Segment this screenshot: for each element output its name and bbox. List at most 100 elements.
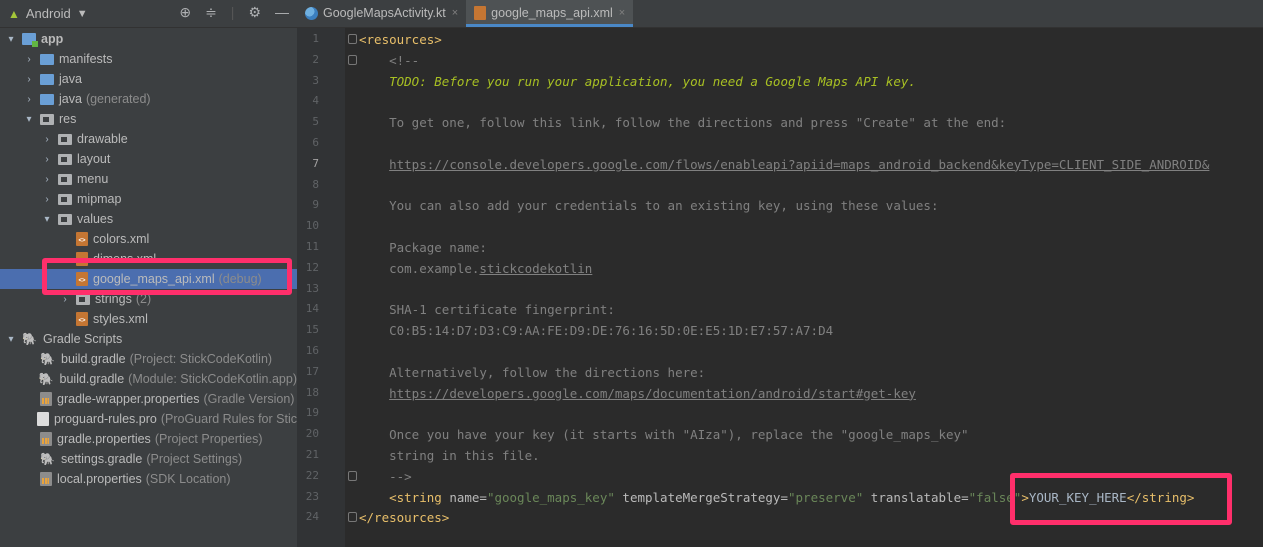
chevron-down-icon[interactable]: ▾ <box>40 214 54 225</box>
tree-item[interactable]: › strings (2) <box>0 289 297 309</box>
hide-icon[interactable]: — <box>275 4 289 21</box>
code-token: > <box>1021 489 1029 505</box>
tree-item[interactable]: › mipmap <box>0 189 297 209</box>
tree-item[interactable]: ▾ 🐘 Gradle Scripts <box>0 329 297 349</box>
fold-marker-icon[interactable] <box>348 512 357 523</box>
tree-item[interactable]: gradle.properties (Project Properties) <box>0 429 297 449</box>
tree-item[interactable]: › drawable <box>0 129 297 149</box>
chevron-right-icon[interactable]: › <box>40 134 54 145</box>
code-token: string in this file. <box>359 448 540 463</box>
fold-marker-icon[interactable] <box>348 54 357 65</box>
line-number: 22 <box>305 468 319 482</box>
editor-tab[interactable]: google_maps_api.xml × <box>466 0 634 27</box>
tree-item-label: drawable <box>77 132 128 146</box>
chevron-right-icon[interactable]: › <box>22 54 36 65</box>
tree-item-detail: (ProGuard Rules for Stic <box>160 412 297 426</box>
line-number: 8 <box>312 177 319 191</box>
xml-file-icon: <> <box>76 272 88 286</box>
tree-item[interactable]: <> styles.xml <box>0 309 297 329</box>
tree-item[interactable]: gradle-wrapper.properties (Gradle Version… <box>0 389 297 409</box>
chevron-right-icon[interactable]: › <box>40 174 54 185</box>
line-number: 11 <box>305 240 319 253</box>
folder-icon <box>76 293 90 305</box>
fold-marker-icon[interactable] <box>348 34 357 44</box>
code-token: SHA-1 certificate fingerprint: <box>359 302 615 318</box>
chevron-right-icon[interactable]: › <box>58 294 72 305</box>
chevron-right-icon[interactable]: › <box>22 94 36 105</box>
chevron-down-icon[interactable]: ▼ <box>77 8 88 20</box>
folder-icon <box>58 173 72 185</box>
resource-folder-icon <box>40 113 54 125</box>
chevron-right-icon[interactable]: › <box>40 154 54 165</box>
line-number: 18 <box>305 385 319 399</box>
line-number: 4 <box>312 94 319 108</box>
tree-item-detail: (Gradle Version) <box>203 392 295 406</box>
tree-item[interactable]: ▾ app <box>0 29 297 49</box>
tree-item-label: manifests <box>59 52 113 66</box>
folder-icon <box>58 193 72 205</box>
tree-item[interactable]: › manifests <box>0 49 297 69</box>
tree-item[interactable]: proguard-rules.pro (ProGuard Rules for St… <box>0 409 297 429</box>
properties-file-icon <box>40 472 52 486</box>
code-token: "google_maps_key" <box>486 489 623 505</box>
code-token[interactable]: https://developers.google.com/maps/docum… <box>389 386 916 401</box>
gradle-icon: 🐘 <box>38 371 54 386</box>
line-number: 12 <box>305 260 319 274</box>
tab-bar: GoogleMapsActivity.kt × google_maps_api.xm… <box>297 0 1263 28</box>
tree-item[interactable]: › layout <box>0 149 297 169</box>
tree-item-label: settings.gradle <box>61 452 143 466</box>
code-token: TODO: Before you run your application, y… <box>389 73 916 89</box>
chevron-right-icon[interactable]: › <box>22 74 36 85</box>
tree-item[interactable]: <> google_maps_api.xml (debug) <box>0 269 297 289</box>
collapse-all-icon[interactable]: ≑ <box>205 4 217 21</box>
tree-item-label: app <box>41 32 64 46</box>
xml-file-icon: <> <box>76 252 88 266</box>
xml-file-icon: <> <box>76 232 88 246</box>
tree-item[interactable]: 🐘 build.gradle (Module: StickCodeKotlin.ap… <box>0 369 297 389</box>
tree-item[interactable]: 🐘 build.gradle (Project: StickCodeKotlin) <box>0 349 297 369</box>
view-selector[interactable]: Android <box>26 6 71 21</box>
tree-item[interactable]: › java <box>0 69 297 89</box>
close-icon[interactable]: × <box>619 7 625 19</box>
tree-item-label: strings <box>95 292 132 306</box>
chevron-right-icon[interactable]: › <box>40 194 54 205</box>
tree-item-label: google_maps_api.xml <box>93 272 215 286</box>
tree-item-label: local.properties <box>57 472 142 486</box>
tree-item[interactable]: ▾ values <box>0 209 297 229</box>
gear-icon[interactable]: ⚙ <box>248 4 261 21</box>
tree-item-label: proguard-rules.pro <box>53 412 157 426</box>
tree-item[interactable]: › java (generated) <box>0 89 297 109</box>
tree-item[interactable]: <> colors.xml <box>0 229 297 249</box>
code-token: <string <box>359 489 450 505</box>
locate-icon[interactable]: ⊕ <box>179 4 191 21</box>
tree-item-label: colors.xml <box>93 232 150 246</box>
chevron-down-icon[interactable]: ▾ <box>4 334 18 345</box>
chevron-down-icon[interactable]: ▾ <box>22 114 36 125</box>
line-number: 23 <box>305 489 319 503</box>
code-token: <!-- <box>359 52 420 68</box>
tree-item[interactable]: <> dimens.xml <box>0 249 297 269</box>
tree-item[interactable]: ▾ res <box>0 109 297 129</box>
folder-icon <box>58 133 72 145</box>
line-number: 3 <box>312 73 319 87</box>
fold-marker-icon[interactable] <box>348 470 357 481</box>
chevron-down-icon[interactable]: ▾ <box>4 34 18 45</box>
code-token[interactable]: https://console.developers.google.com/fl… <box>389 157 1209 172</box>
tree-item-label: Gradle Scripts <box>43 332 123 346</box>
line-number: 20 <box>305 427 319 441</box>
code-area[interactable]: <resources> <!-- TODO: Before you run yo… <box>359 28 1263 547</box>
code-line: <!-- <box>359 50 419 71</box>
code-token: name= <box>449 489 487 505</box>
close-icon[interactable]: × <box>452 7 458 19</box>
editor-tab[interactable]: GoogleMapsActivity.kt × <box>297 0 466 27</box>
tree-item-detail: (debug) <box>218 272 262 286</box>
folder-icon <box>58 213 72 225</box>
tree-item[interactable]: › menu <box>0 169 297 189</box>
code-line: https://developers.google.com/maps/docum… <box>359 383 916 404</box>
tree-item[interactable]: local.properties (SDK Location) <box>0 469 297 489</box>
code-token: "preserve" <box>788 489 871 505</box>
tree-item-label: java <box>59 72 82 86</box>
tree-item[interactable]: 🐘 settings.gradle (Project Settings) <box>0 449 297 469</box>
line-number: 7 <box>312 156 319 170</box>
